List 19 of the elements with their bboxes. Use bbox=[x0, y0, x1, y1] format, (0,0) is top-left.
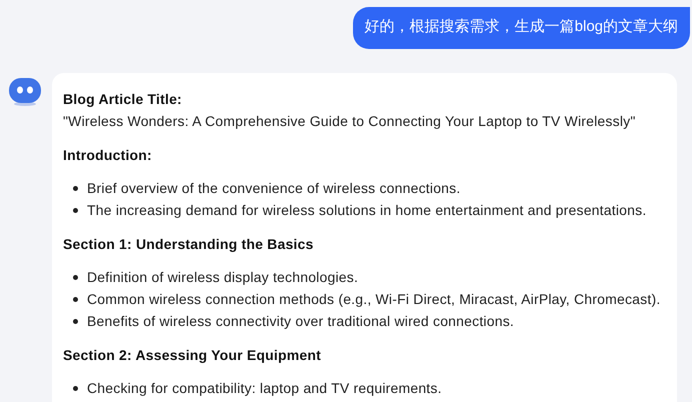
list-item-text: The increasing demand for wireless solutions in home entertainment and presentations. bbox=[87, 201, 646, 220]
bullet-icon bbox=[73, 274, 78, 280]
bullet-icon bbox=[73, 386, 78, 390]
article-title: "Wireless Wonders: A Comprehensive Guide to Connecting Your Laptop to TV Wirelessly" bbox=[63, 112, 636, 131]
bullet-icon bbox=[73, 208, 78, 212]
bullet-icon bbox=[73, 318, 78, 324]
article-title-label: Blog Article Title: bbox=[63, 90, 183, 109]
section-heading: Section 1: Understanding the Basics bbox=[63, 235, 314, 254]
list-item-text: Definition of wireless display technologies. bbox=[87, 268, 358, 287]
bullet-icon bbox=[73, 296, 78, 302]
section-heading: Introduction: bbox=[63, 146, 153, 165]
bullet-icon bbox=[73, 186, 78, 190]
list-item-text: Common wireless connection methods (e.g., Wi-Fi Direct, Miracast, AirPlay, Chromecast). bbox=[87, 290, 660, 309]
bot-avatar-icon bbox=[8, 77, 42, 107]
section-heading: Section 2: Assessing Your Equipment bbox=[63, 346, 322, 365]
list-item-text: Checking for compatibility: laptop and TV requirements. bbox=[87, 379, 442, 398]
list-item-text: Benefits of wireless connectivity over traditional wired connections. bbox=[87, 312, 514, 331]
user-message: 好的，根据搜索需求，生成一篇blog的文章大纲 bbox=[352, 7, 690, 49]
list-item-text: Brief overview of the convenience of wireless connections. bbox=[87, 179, 460, 198]
